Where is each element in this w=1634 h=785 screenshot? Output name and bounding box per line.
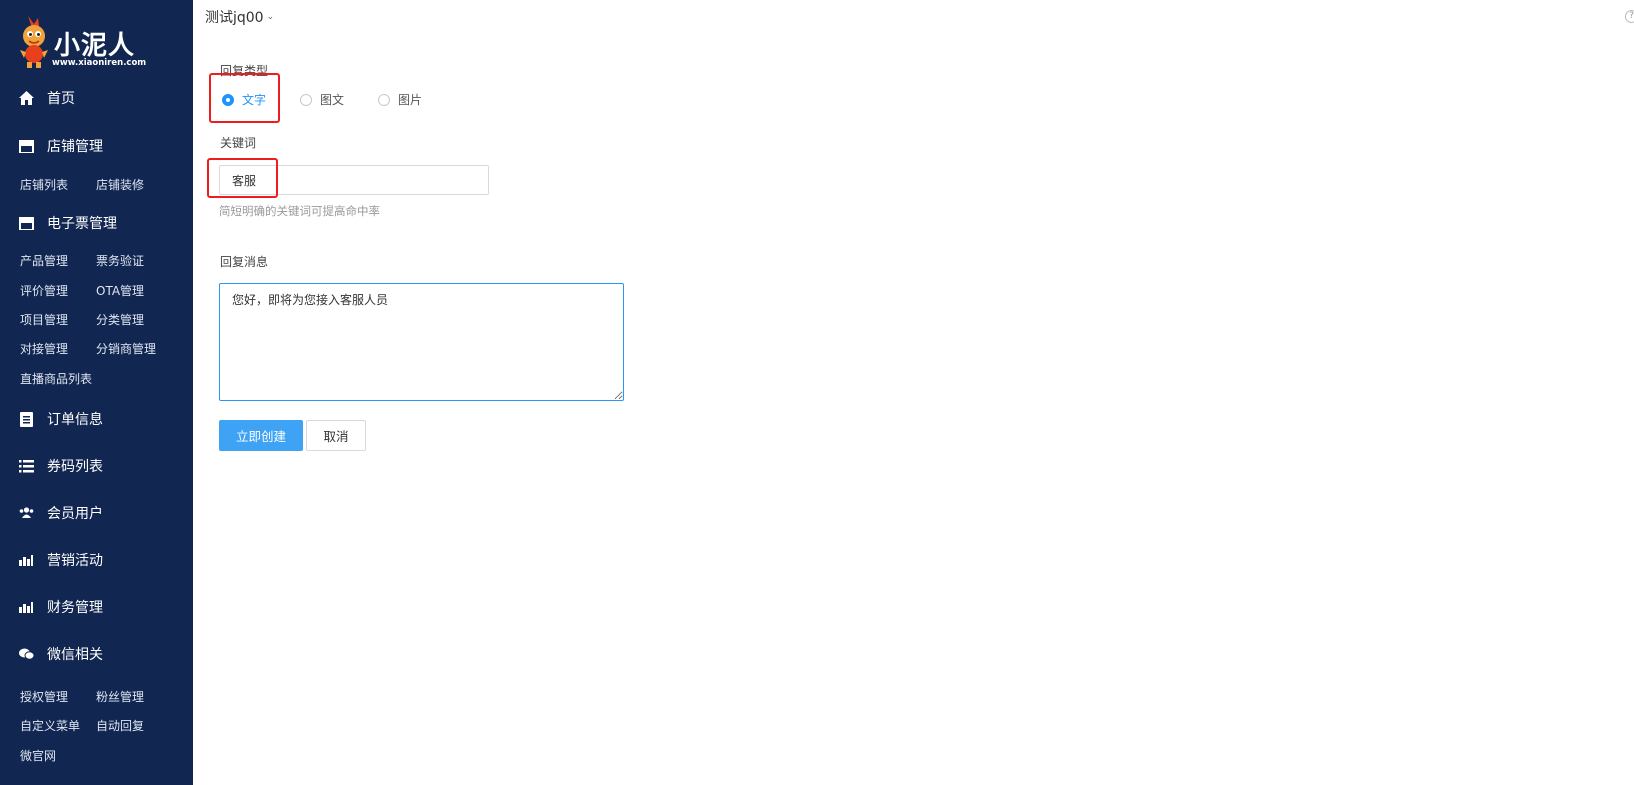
account-name: 测试jq00 <box>205 10 264 26</box>
document-icon <box>18 411 34 427</box>
bar-chart-icon <box>18 552 34 568</box>
list-icon <box>18 458 34 474</box>
radio-image[interactable]: 图片 <box>378 91 422 108</box>
store-icon <box>18 138 34 154</box>
menu-coupon-list[interactable]: 券码列表 <box>18 455 103 477</box>
menu-finance-label: 财务管理 <box>47 600 103 616</box>
submenu-fans-management[interactable]: 粉丝管理 <box>96 688 144 706</box>
menu-eticket-management[interactable]: 电子票管理 <box>18 212 117 234</box>
sidebar: 小泥人 www.xiaoniren.com 首页 店铺管理 店铺列表 店铺装修 … <box>0 0 193 785</box>
submenu-category-management[interactable]: 分类管理 <box>96 311 144 329</box>
brand-name: 小泥人 <box>54 31 136 61</box>
cancel-button[interactable]: 取消 <box>306 420 366 451</box>
menu-marketing[interactable]: 营销活动 <box>18 549 103 571</box>
reply-message-textarea[interactable]: 您好，即将为您接入客服人员 <box>219 283 624 401</box>
home-icon <box>18 90 34 106</box>
radio-image-label: 图片 <box>398 93 423 107</box>
submenu-ota-management[interactable]: OTA管理 <box>96 282 144 300</box>
menu-member-users-label: 会员用户 <box>47 506 103 522</box>
menu-marketing-label: 营销活动 <box>47 553 103 569</box>
menu-home-label: 首页 <box>47 91 75 107</box>
menu-wechat-label: 微信相关 <box>47 647 103 663</box>
brand-logo[interactable]: 小泥人 www.xiaoniren.com <box>14 14 184 74</box>
submenu-integration-management[interactable]: 对接管理 <box>20 340 68 358</box>
submenu-store-decoration[interactable]: 店铺装修 <box>96 176 144 194</box>
menu-home[interactable]: 首页 <box>18 87 75 109</box>
mascot-logo-icon <box>20 16 48 68</box>
menu-member-users[interactable]: 会员用户 <box>18 502 103 524</box>
submenu-auto-reply[interactable]: 自动回复 <box>96 717 144 735</box>
menu-store-management-label: 店铺管理 <box>47 139 103 155</box>
reply-message-label: 回复消息 <box>220 255 269 269</box>
submenu-authorization[interactable]: 授权管理 <box>20 688 68 706</box>
brand-url: www.xiaoniren.com <box>52 58 147 68</box>
submenu-micro-website[interactable]: 微官网 <box>20 747 56 765</box>
submenu-product-management[interactable]: 产品管理 <box>20 252 68 270</box>
menu-order-info[interactable]: 订单信息 <box>18 408 103 430</box>
ticket-icon <box>18 215 34 231</box>
submenu-store-list[interactable]: 店铺列表 <box>20 176 68 194</box>
highlight-box-keyword <box>207 158 278 198</box>
menu-finance[interactable]: 财务管理 <box>18 596 103 618</box>
help-icon[interactable]: ? <box>1625 10 1634 23</box>
submenu-distributor-management[interactable]: 分销商管理 <box>96 340 156 358</box>
radio-image-text[interactable]: 图文 <box>300 91 344 108</box>
submenu-live-product-list[interactable]: 直播商品列表 <box>20 370 92 388</box>
bar-chart-icon <box>18 599 34 615</box>
radio-unchecked-icon <box>378 93 391 106</box>
wechat-icon <box>18 646 34 662</box>
keyword-label: 关键词 <box>220 136 257 150</box>
create-button[interactable]: 立即创建 <box>219 420 303 451</box>
radio-image-text-label: 图文 <box>320 93 345 107</box>
menu-eticket-management-label: 电子票管理 <box>47 216 117 232</box>
submenu-custom-menu[interactable]: 自定义菜单 <box>20 717 80 735</box>
submenu-ticket-verification[interactable]: 票务验证 <box>96 252 144 270</box>
menu-order-info-label: 订单信息 <box>47 412 103 428</box>
chevron-down-icon: ⌄ <box>266 12 275 22</box>
submenu-project-management[interactable]: 项目管理 <box>20 311 68 329</box>
main-content: 测试jq00 ⌄ ? 回复类型 文字 图文 图片 关键词 简短明确的关键词可提高… <box>193 0 1634 785</box>
account-switcher[interactable]: 测试jq00 ⌄ <box>205 7 274 27</box>
menu-store-management[interactable]: 店铺管理 <box>18 135 103 157</box>
menu-coupon-list-label: 券码列表 <box>47 459 103 475</box>
highlight-box-reply-type <box>209 73 280 123</box>
submenu-review-management[interactable]: 评价管理 <box>20 282 68 300</box>
radio-unchecked-icon <box>300 93 313 106</box>
keyword-hint: 简短明确的关键词可提高命中率 <box>219 204 380 218</box>
users-icon <box>18 505 34 521</box>
menu-wechat[interactable]: 微信相关 <box>18 643 103 665</box>
